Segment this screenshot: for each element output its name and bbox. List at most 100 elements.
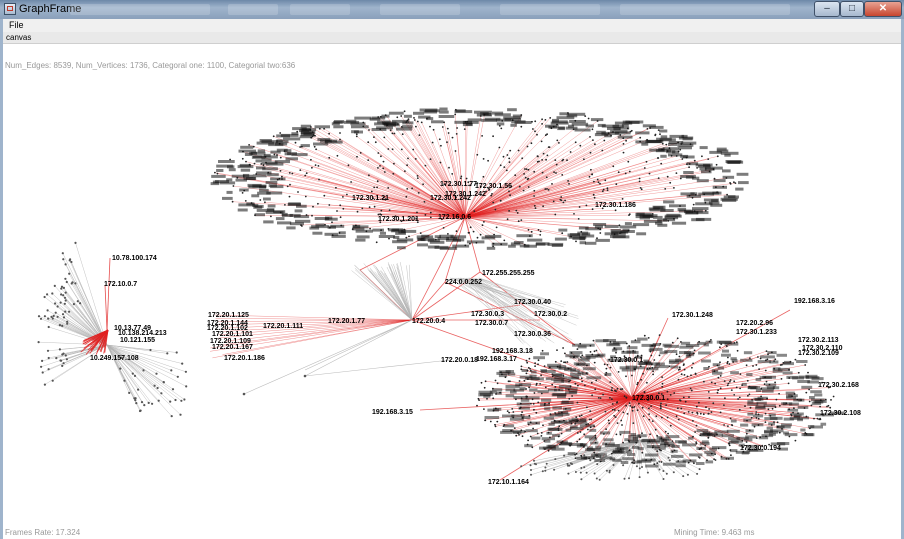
node-label-mass — [496, 122, 505, 126]
node-label-mass — [699, 146, 708, 150]
graph-node — [383, 136, 386, 139]
graph-node — [530, 402, 532, 405]
node-label-mass — [493, 407, 502, 411]
graph-node — [576, 440, 579, 443]
graph-node — [347, 164, 350, 167]
node-label-mass — [575, 421, 588, 425]
node-label-mass — [596, 353, 606, 357]
graph-node — [609, 366, 612, 369]
graph-node — [631, 409, 634, 412]
graph-node — [543, 365, 546, 367]
graph-node — [827, 404, 830, 407]
graph-node — [373, 205, 376, 208]
graph-node — [757, 417, 760, 420]
canvas-tab[interactable]: canvas — [6, 32, 31, 43]
graph-node — [538, 160, 540, 163]
node-label-mass — [604, 372, 612, 376]
graph-node — [625, 396, 628, 399]
graph-node — [615, 433, 618, 436]
graph-node — [695, 424, 698, 427]
node-label-mass — [703, 343, 709, 347]
graph-node — [562, 201, 565, 204]
node-label-mass — [677, 143, 694, 147]
graph-node — [279, 170, 282, 172]
graph-node — [401, 133, 404, 136]
node-label-mass — [240, 168, 251, 172]
graph-node — [724, 397, 726, 400]
graph-node — [691, 411, 694, 414]
graph-node — [622, 464, 625, 467]
node-label: 10.138.214.213 — [118, 330, 167, 337]
graph-canvas[interactable]: 172.16.0.6 224.0.0.252172.255.255.255 172.… — [0, 0, 904, 539]
graph-node — [625, 375, 627, 378]
graph-node — [411, 187, 413, 190]
graph-node — [616, 401, 619, 403]
menu-file[interactable]: File — [9, 19, 24, 32]
node-label-mass — [309, 226, 320, 230]
graph-node — [544, 119, 547, 121]
graph-node — [780, 378, 783, 380]
graph-node — [535, 411, 538, 414]
graph-node — [585, 471, 588, 474]
graph-node — [669, 181, 672, 184]
graph-node — [539, 230, 542, 233]
graph-node — [628, 170, 631, 173]
graph-node — [668, 365, 671, 368]
graph-node — [508, 411, 510, 414]
node-label-mass — [798, 398, 805, 402]
node-label-mass — [722, 198, 737, 202]
minimize-button[interactable]: – — [814, 1, 840, 17]
graph-node — [592, 193, 595, 196]
node-label-mass — [231, 174, 245, 178]
node-label-mass — [263, 197, 271, 201]
graph-node — [656, 450, 659, 453]
graph-node — [710, 339, 712, 341]
node-label-mass — [682, 443, 696, 447]
node-label-mass — [644, 453, 659, 457]
graph-node — [454, 113, 457, 116]
graph-node — [413, 117, 415, 119]
node-label-mass — [390, 229, 406, 233]
node-label-mass — [565, 391, 577, 395]
graph-node — [551, 383, 554, 386]
graph-node — [416, 211, 418, 214]
graph-node — [359, 152, 362, 154]
graph-node — [778, 392, 780, 395]
graph-node — [710, 411, 713, 413]
graph-node — [603, 363, 606, 366]
graph-node — [544, 188, 547, 190]
node-label-mass — [518, 383, 532, 387]
graph-node — [624, 172, 627, 175]
graph-node — [156, 386, 159, 390]
graph-node — [695, 405, 698, 408]
node-label-mass — [612, 458, 622, 462]
node-label-mass — [512, 114, 522, 118]
graph-node — [771, 407, 774, 410]
graph-node — [556, 139, 559, 142]
close-button[interactable]: ✕ — [864, 1, 902, 17]
graph-node — [675, 172, 678, 175]
graph-node — [774, 381, 776, 384]
graph-node — [60, 293, 63, 296]
graph-node — [726, 193, 728, 196]
graph-node — [533, 195, 535, 197]
graph-node — [64, 310, 67, 313]
graph-node — [547, 449, 550, 452]
graph-node — [690, 374, 692, 377]
graph-node — [687, 411, 690, 413]
node-label-mass — [662, 147, 679, 151]
node-label-mass — [314, 125, 330, 129]
graph-node — [64, 354, 67, 357]
maximize-button[interactable]: □ — [840, 1, 864, 17]
graph-node — [673, 392, 676, 394]
graph-node — [454, 150, 457, 152]
graph-node — [569, 462, 572, 465]
graph-node — [270, 215, 272, 218]
graph-node — [328, 132, 330, 135]
graph-node — [669, 424, 672, 427]
graph-node — [599, 182, 601, 185]
node-label: 172.30.0.3 — [471, 311, 504, 318]
graph-edge — [304, 359, 451, 377]
graph-node — [533, 459, 535, 462]
node-label-mass — [666, 150, 676, 154]
